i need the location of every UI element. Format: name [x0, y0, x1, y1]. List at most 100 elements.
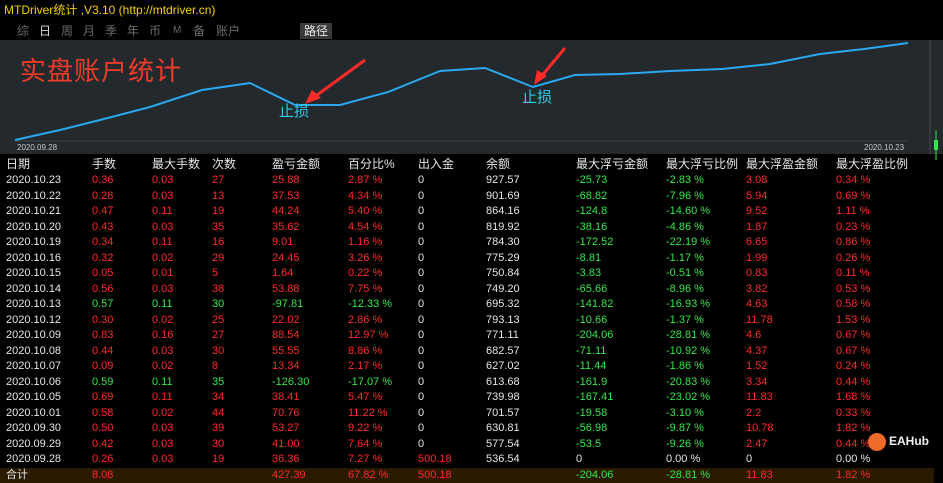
- table-row[interactable]: 2020.10.160.320.022924.453.26 %0775.29-8…: [0, 251, 934, 267]
- cell-max-lots: 0.03: [146, 189, 206, 205]
- tab-monthly[interactable]: 月: [83, 23, 95, 39]
- cell-lots: 0.44: [86, 344, 146, 360]
- cell-max-float-profit: 10.78: [740, 421, 830, 437]
- header-percent[interactable]: 百分比%: [342, 156, 412, 173]
- cell-max-float-loss-pct: -8.96 %: [660, 282, 740, 298]
- cell-lots: 0.30: [86, 313, 146, 329]
- cell-lots: 0.43: [86, 220, 146, 236]
- table-row[interactable]: 2020.10.010.580.024470.7611.22 %0701.57-…: [0, 406, 934, 422]
- tab-account[interactable]: 账户: [216, 23, 240, 39]
- cell-max-float-profit-pct: 0.86 %: [830, 235, 934, 251]
- table-row[interactable]: 2020.10.060.590.1135-126.30-17.07 %0613.…: [0, 375, 934, 391]
- tab-weekly[interactable]: 周: [61, 23, 73, 39]
- tab-notes[interactable]: 备: [193, 23, 205, 39]
- table-row[interactable]: 2020.10.200.430.033535.624.54 %0819.92-3…: [0, 220, 934, 236]
- cell-date: 2020.10.12: [0, 313, 86, 329]
- cell-percent: 4.34 %: [342, 189, 412, 205]
- tab-daily[interactable]: 日: [39, 23, 51, 39]
- tab-path[interactable]: 路径: [300, 23, 332, 39]
- table-row[interactable]: 2020.10.070.090.02813.342.17 %0627.02-11…: [0, 359, 934, 375]
- cell-lots: 0.50: [86, 421, 146, 437]
- tab-magic[interactable]: M: [173, 23, 181, 39]
- header-max-float-loss-pct[interactable]: 最大浮亏比例: [660, 156, 740, 173]
- cell-percent: 4.54 %: [342, 220, 412, 236]
- cell-max-float-profit-pct: 1.53 %: [830, 313, 934, 329]
- cell-max-float-loss: -65.66: [570, 282, 660, 298]
- cell-pnl: 41.00: [266, 437, 342, 453]
- cell-max-float-profit-pct: 1.11 %: [830, 204, 934, 220]
- cell-date: 2020.09.28: [0, 452, 86, 468]
- cell-max-float-loss: 0: [570, 452, 660, 468]
- cell-max-float-profit: 4.37: [740, 344, 830, 360]
- header-max-lots[interactable]: 最大手数: [146, 156, 206, 173]
- header-date[interactable]: 日期: [0, 156, 86, 173]
- table-row[interactable]: 2020.10.120.300.022522.022.86 %0793.13-1…: [0, 313, 934, 329]
- cell-max-lots: 0.03: [146, 282, 206, 298]
- table-row[interactable]: 2020.10.050.690.113438.415.47 %0739.98-1…: [0, 390, 934, 406]
- tab-summary[interactable]: 综: [17, 23, 29, 39]
- cell-max-float-profit: 2.2: [740, 406, 830, 422]
- tab-yearly[interactable]: 年: [127, 23, 139, 39]
- cell-lots: 0.59: [86, 375, 146, 391]
- cell-deposit: 0: [412, 437, 480, 453]
- table-row[interactable]: 2020.10.080.440.033055.558.86 %0682.57-7…: [0, 344, 934, 360]
- cell-max-lots: 0.02: [146, 406, 206, 422]
- table-row[interactable]: 2020.09.300.500.033953.279.22 %0630.81-5…: [0, 421, 934, 437]
- table-row[interactable]: 2020.10.210.470.111944.245.40 %0864.16-1…: [0, 204, 934, 220]
- cell-deposit: 0: [412, 204, 480, 220]
- cell-date: 2020.10.14: [0, 282, 86, 298]
- tab-quarterly[interactable]: 季: [105, 23, 117, 39]
- cell-max-lots: 0.01: [146, 266, 206, 282]
- header-lots[interactable]: 手数: [86, 156, 146, 173]
- cell-max-float-profit: 11.78: [740, 313, 830, 329]
- cell-pnl: 70.76: [266, 406, 342, 422]
- header-max-float-loss[interactable]: 最大浮亏金额: [570, 156, 660, 173]
- table-row[interactable]: 2020.09.280.260.031936.367.27 %500.18536…: [0, 452, 934, 468]
- cell-lots: 0.05: [86, 266, 146, 282]
- cell-max-float-loss-pct: -7.96 %: [660, 189, 740, 205]
- header-pnl[interactable]: 盈亏金额: [266, 156, 342, 173]
- cell-max-float-loss: -68.82: [570, 189, 660, 205]
- cell-pnl: 38.41: [266, 390, 342, 406]
- cell-percent: 9.22 %: [342, 421, 412, 437]
- header-max-float-profit[interactable]: 最大浮盈金额: [740, 156, 830, 173]
- tab-currency[interactable]: 币: [149, 23, 161, 39]
- cell-lots: 0.34: [86, 235, 146, 251]
- header-count[interactable]: 次数: [206, 156, 266, 173]
- table-row[interactable]: 2020.10.090.830.162788.5412.97 %0771.11-…: [0, 328, 934, 344]
- header-deposit[interactable]: 出入金: [412, 156, 480, 173]
- cell-max-float-loss-pct: -1.37 %: [660, 313, 740, 329]
- table-row[interactable]: 2020.10.190.340.11169.011.16 %0784.30-17…: [0, 235, 934, 251]
- table-row[interactable]: 2020.09.290.420.033041.007.64 %0577.54-5…: [0, 437, 934, 453]
- cell-max-lots: 0.11: [146, 390, 206, 406]
- cell-pnl: 22.02: [266, 313, 342, 329]
- side-scroll-marker[interactable]: [933, 130, 941, 160]
- header-max-float-profit-pct[interactable]: 最大浮盈比例: [830, 156, 934, 173]
- cell-balance: 901.69: [480, 189, 570, 205]
- cell-max-float-loss-pct: -1.17 %: [660, 251, 740, 267]
- cell-percent: 11.22 %: [342, 406, 412, 422]
- header-balance[interactable]: 余额: [480, 156, 570, 173]
- cell-balance: 577.54: [480, 437, 570, 453]
- cell-max-lots: 0.03: [146, 452, 206, 468]
- cell-balance: 695.32: [480, 297, 570, 313]
- cell-balance: 864.16: [480, 204, 570, 220]
- cell-pnl: 35.62: [266, 220, 342, 236]
- table-row[interactable]: 2020.10.140.560.033853.887.75 %0749.20-6…: [0, 282, 934, 298]
- table-total-row: 合计8.08427.3967.82 %500.18-204.06-28.81 %…: [0, 468, 934, 483]
- cell-date: 2020.10.23: [0, 173, 86, 189]
- table-row[interactable]: 2020.10.130.570.1130-97.81-12.33 %0695.3…: [0, 297, 934, 313]
- table-row[interactable]: 2020.10.150.050.0151.640.22 %0750.84-3.8…: [0, 266, 934, 282]
- cell-total-percent: 67.82 %: [342, 468, 412, 483]
- equity-chart: 实盘账户统计 止损 止损 2020.09.28 2020.10.23: [0, 40, 943, 154]
- table-row[interactable]: 2020.10.220.280.031337.534.34 %0901.69-6…: [0, 189, 934, 205]
- cell-max-lots: 0.02: [146, 359, 206, 375]
- cell-lots: 0.83: [86, 328, 146, 344]
- table-row[interactable]: 2020.10.230.360.032725.882.87 %0927.57-2…: [0, 173, 934, 189]
- cell-deposit: 0: [412, 421, 480, 437]
- cell-deposit: 0: [412, 375, 480, 391]
- cell-max-float-profit-pct: 0.11 %: [830, 266, 934, 282]
- cell-deposit: 0: [412, 173, 480, 189]
- cell-count: 5: [206, 266, 266, 282]
- cell-lots: 0.32: [86, 251, 146, 267]
